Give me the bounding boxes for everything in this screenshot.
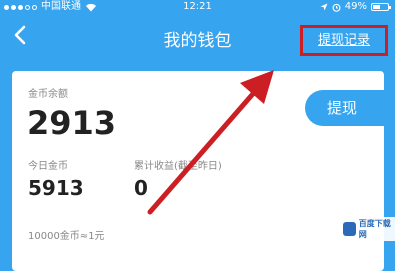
watermark-text: 百度下载网 (358, 219, 391, 239)
watermark-logo-icon (343, 222, 356, 236)
site-watermark: 百度下载网 (340, 217, 395, 241)
annotation-arrow (147, 70, 274, 215)
